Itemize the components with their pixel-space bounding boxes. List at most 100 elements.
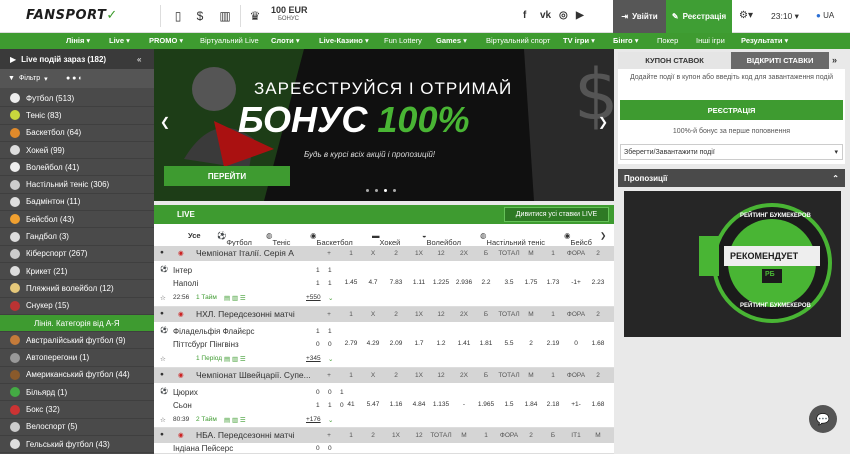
stats-icon[interactable]: ▤ ▥ ☰ bbox=[224, 416, 246, 424]
nav-slots[interactable]: Слоти ▾ bbox=[271, 36, 300, 45]
odds-cell[interactable]: 1.81 bbox=[475, 340, 497, 347]
tab-basketball[interactable]: ◉ Баскетбол bbox=[310, 231, 353, 247]
odds-cell[interactable]: 2.79 bbox=[340, 340, 362, 347]
nav-virtual-live[interactable]: Віртуальний Live bbox=[200, 36, 259, 45]
settings-icon[interactable]: ⚙▾ bbox=[739, 10, 753, 21]
nav-poker[interactable]: Покер bbox=[657, 36, 678, 45]
live-events-header[interactable]: ▶ Live подій зараз (182) « bbox=[0, 49, 154, 69]
dollar-icon[interactable]: $ bbox=[189, 6, 211, 26]
nav-games[interactable]: Games ▾ bbox=[436, 36, 467, 45]
sidebar-sport-item[interactable]: Автоперегони (1) bbox=[0, 350, 154, 367]
odds-cell[interactable]: 2.18 bbox=[542, 401, 564, 408]
expand-icon[interactable]: » bbox=[832, 55, 837, 65]
expand-chevron-icon[interactable]: ⌄ bbox=[328, 355, 333, 363]
odds-cell[interactable]: 1.68 bbox=[587, 401, 609, 408]
odds-cell[interactable]: -1+ bbox=[565, 279, 587, 286]
nav-tv-games[interactable]: TV ігри ▾ bbox=[563, 36, 595, 45]
odds-cell[interactable]: 7.83 bbox=[385, 279, 407, 286]
mobile-icon[interactable]: ▯ bbox=[167, 6, 189, 26]
odds-cell[interactable]: 2.936 bbox=[453, 279, 475, 286]
sidebar-sport-item[interactable]: Бейсбол (43) bbox=[0, 211, 154, 229]
sidebar-sport-item[interactable]: Крикет (21) bbox=[0, 263, 154, 281]
odds-cell[interactable]: 2 bbox=[520, 340, 542, 347]
save-load-select[interactable]: Зберегти/Завантажити події ▾ bbox=[620, 144, 843, 160]
more-bets-link[interactable]: +345 bbox=[306, 355, 321, 362]
odds-cell[interactable]: 1.16 bbox=[385, 401, 407, 408]
logo[interactable]: FANSPORT✓ bbox=[26, 8, 118, 23]
odds-cell[interactable]: 4.84 bbox=[408, 401, 430, 408]
odds-cell[interactable]: 1.7 bbox=[408, 340, 430, 347]
nav-fun-lottery[interactable]: Fun Lottery bbox=[384, 36, 422, 45]
odds-cell[interactable]: 2.2 bbox=[475, 279, 497, 286]
sidebar-sport-item[interactable]: Баскетбол (64) bbox=[0, 125, 154, 142]
odds-cell[interactable]: 1.73 bbox=[542, 279, 564, 286]
sidebar-sport-item[interactable]: Теніс (83) bbox=[0, 107, 154, 125]
filter-bar[interactable]: ▼ Фільтр ▾ ● ● ◐ bbox=[0, 69, 154, 88]
banner-go-button[interactable]: ПЕРЕЙТИ bbox=[164, 166, 290, 186]
league-header[interactable]: ● ◉ Чемпіонат Швейцарії. Супе... +1 X 2 1X 12 2X… bbox=[154, 368, 614, 383]
tab-tennis[interactable]: ◍ Теніс bbox=[266, 231, 290, 247]
odds-cell[interactable]: 0 bbox=[565, 340, 587, 347]
tab-coupon[interactable]: КУПОН СТАВОК bbox=[618, 52, 731, 69]
odds-cell[interactable]: 1.5 bbox=[498, 401, 520, 408]
odds-cell[interactable]: 1.135 bbox=[430, 401, 452, 408]
banner-prev-icon[interactable]: ❮ bbox=[160, 115, 170, 129]
sidebar-sport-item[interactable]: Футбол (513) bbox=[0, 90, 154, 108]
tab-volleyball[interactable]: ◒ Волейбол bbox=[422, 231, 461, 247]
all-live-bets-button[interactable]: Дивитися усі ставки LIVE bbox=[504, 207, 609, 222]
sidebar-sport-item[interactable]: Снукер (15) bbox=[0, 298, 154, 315]
tab-open-bets[interactable]: ВІДКРИТІ СТАВКИ bbox=[731, 52, 829, 69]
promo-banner[interactable]: $ ЗАРЕЄСТРУЙСЯ І ОТРИМАЙ БОНУС 100% Будь… bbox=[154, 49, 614, 201]
login-button[interactable]: ⇥ Увійти bbox=[613, 0, 666, 33]
team-away[interactable]: Наполі bbox=[173, 279, 198, 288]
nav-live-casino[interactable]: Live-Казино ▾ bbox=[319, 36, 369, 45]
banner-next-icon[interactable]: ❯ bbox=[598, 115, 608, 129]
league-header[interactable]: ● ◉ НБА. Передсезонні матчі +1 2 1X 12 ТОТАЛ М 1 Ф… bbox=[154, 428, 614, 443]
sidebar-sport-item[interactable]: Настільний теніс (306) bbox=[0, 177, 154, 194]
facebook-icon[interactable]: f bbox=[523, 10, 526, 21]
odds-cell[interactable]: 1.84 bbox=[520, 401, 542, 408]
carousel-dot[interactable] bbox=[366, 189, 369, 192]
odds-cell[interactable]: 1.11 bbox=[408, 279, 430, 286]
team-away[interactable]: Піттсбург Пінгвінз bbox=[173, 340, 239, 349]
odds-cell[interactable]: 1.68 bbox=[587, 340, 609, 347]
odds-cell[interactable]: 3.5 bbox=[498, 279, 520, 286]
tab-hockey[interactable]: ▬ Хокей bbox=[372, 231, 400, 247]
odds-cell[interactable]: 2.23 bbox=[587, 279, 609, 286]
nav-line[interactable]: Лінія ▾ bbox=[66, 36, 90, 45]
sidebar-sport-item[interactable]: Волейбол (41) bbox=[0, 159, 154, 177]
vk-icon[interactable]: vk bbox=[540, 10, 551, 21]
sidebar-sport-item[interactable]: Гандбол (3) bbox=[0, 228, 154, 246]
more-bets-link[interactable]: +550 bbox=[306, 294, 321, 301]
favorite-icon[interactable]: ☆ bbox=[160, 416, 166, 424]
nav-results[interactable]: Результати ▾ bbox=[741, 36, 788, 45]
coupon-register-button[interactable]: РЕЄСТРАЦІЯ bbox=[620, 100, 843, 120]
sidebar-sport-item[interactable]: Бадмінтон (11) bbox=[0, 194, 154, 212]
odds-cell[interactable]: 4.29 bbox=[362, 340, 384, 347]
sidebar-sport-item[interactable]: Велоспорт (5) bbox=[0, 419, 154, 436]
tab-table-tennis[interactable]: ◍ Настільний теніс bbox=[480, 231, 545, 247]
event-row[interactable]: Індіана Пейсерс 0 0 bbox=[154, 443, 614, 454]
stats-icon[interactable]: ▤ ▥ ☰ bbox=[224, 355, 246, 363]
event-row[interactable]: ⚽ Інтер Наполі 1 1 1 1 ☆ 22:56 1 Тайм ▤ ▥ ☰ +550 ⌄ 1.… bbox=[154, 261, 614, 307]
carousel-dot[interactable] bbox=[375, 189, 378, 192]
more-bets-link[interactable]: +176 bbox=[306, 416, 321, 423]
tab-all[interactable]: Усе bbox=[188, 231, 201, 240]
carousel-dot-active[interactable] bbox=[384, 189, 387, 192]
tab-baseball[interactable]: ◉ Бейсб bbox=[564, 231, 592, 247]
line-category-header[interactable]: Лінія. Категорія від А-Я bbox=[0, 314, 154, 333]
language-select[interactable]: ● UA bbox=[816, 11, 834, 20]
event-row[interactable]: ⚽ Філадельфія Флайєрс Піттсбург Пінгвінз 1 0… bbox=[154, 322, 614, 368]
rating-promo[interactable]: РЕЙТИНГ БУКМЕКЕРОВ РЕКОМЕНДУЕТ РБ РЕЙТИН… bbox=[624, 191, 841, 337]
team-home[interactable]: Філадельфія Флайєрс bbox=[173, 327, 255, 336]
odds-cell[interactable]: 4.7 bbox=[362, 279, 384, 286]
sidebar-sport-item[interactable]: Більярд (1) bbox=[0, 384, 154, 402]
expand-chevron-icon[interactable]: ⌄ bbox=[328, 294, 333, 302]
odds-cell[interactable]: +1- bbox=[565, 401, 587, 408]
offers-header[interactable]: Пропозиції ⌃ bbox=[618, 169, 845, 187]
stats-icon[interactable]: ▥ bbox=[214, 6, 236, 26]
odds-cell[interactable]: - bbox=[453, 401, 475, 408]
clock-time[interactable]: 23:10 ▾ bbox=[771, 11, 799, 22]
odds-cell[interactable]: 1.41 bbox=[453, 340, 475, 347]
sidebar-sport-item[interactable]: Гельський футбол (43) bbox=[0, 436, 154, 454]
